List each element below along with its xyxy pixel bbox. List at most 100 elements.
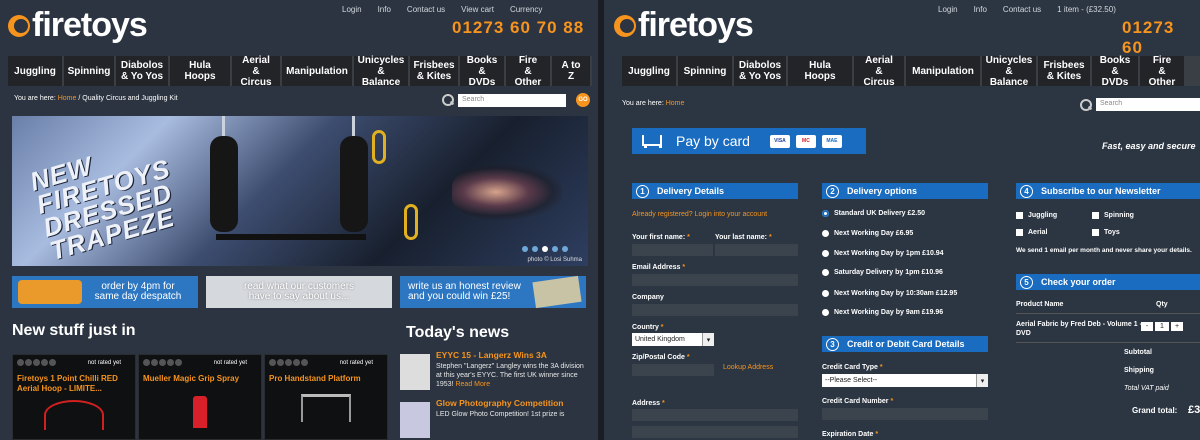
- nav-fire[interactable]: Fire & Other: [506, 55, 550, 88]
- logo[interactable]: firetoys: [8, 6, 148, 45]
- view-cart-link[interactable]: View cart: [461, 5, 494, 14]
- logo[interactable]: firetoys: [614, 6, 754, 45]
- promo-testimonials[interactable]: read what our customers have to say abou…: [206, 276, 392, 308]
- login-link[interactable]: Login: [938, 5, 958, 14]
- nav-books[interactable]: Books & DVDs: [460, 55, 504, 88]
- product-name[interactable]: Mueller Magic Grip Spray: [143, 374, 257, 384]
- news-item[interactable]: Glow Photography Competition LED Glow Ph…: [400, 398, 590, 438]
- country-select[interactable]: United Kingdom ▾: [632, 333, 714, 346]
- nav-a-to-z[interactable]: A to Z: [552, 56, 590, 86]
- promo-despatch[interactable]: order by 4pm for same day despatch: [12, 276, 198, 308]
- nav-spinning[interactable]: Spinning: [64, 56, 114, 86]
- slider-dot[interactable]: [562, 246, 568, 252]
- first-name-field[interactable]: [632, 244, 713, 256]
- nav-hula-hoops[interactable]: Hula Hoops: [788, 56, 852, 86]
- nav-diabolos[interactable]: Diabolos & Yo Yos: [116, 56, 168, 86]
- nav-diabolos[interactable]: Diabolos & Yo Yos: [734, 56, 786, 86]
- delivery-option[interactable]: Next Working Day by 9am £19.96: [822, 309, 943, 316]
- news-title[interactable]: Glow Photography Competition: [436, 398, 564, 408]
- nav-books[interactable]: Books & DVDs: [1092, 55, 1138, 88]
- nav-manipulation[interactable]: Manipulation: [282, 56, 352, 86]
- breadcrumb-home[interactable]: Home: [58, 95, 77, 102]
- breadcrumb: You are here: Home / Quality Circus and …: [14, 95, 178, 102]
- radio-button[interactable]: [822, 290, 829, 297]
- nav-frisbees[interactable]: Frisbees & Kites: [1038, 56, 1090, 86]
- hero-banner[interactable]: NEW FIRETOYS DRESSED TRAPEZE photo © Los…: [12, 116, 588, 266]
- newsletter-option[interactable]: Juggling: [1016, 212, 1057, 219]
- slider-dot-active[interactable]: [542, 246, 548, 252]
- email-field[interactable]: [632, 274, 798, 286]
- nav-unicycles[interactable]: Unicycles & Balance: [982, 55, 1036, 88]
- radio-button-selected[interactable]: [822, 210, 829, 217]
- delivery-option[interactable]: Next Working Day by 10:30am £12.95: [822, 290, 957, 297]
- address-field-1[interactable]: [632, 409, 798, 421]
- address-label: Address *: [632, 400, 665, 407]
- breadcrumb-home[interactable]: Home: [666, 100, 685, 107]
- delivery-option[interactable]: Next Working Day £6.95: [822, 230, 913, 237]
- nav-juggling[interactable]: Juggling: [8, 56, 62, 86]
- nav-manipulation[interactable]: Manipulation: [906, 56, 980, 86]
- nav-fire[interactable]: Fire & Other: [1140, 55, 1184, 88]
- postcode-field[interactable]: [632, 364, 714, 376]
- read-more-link[interactable]: Read More: [455, 381, 490, 388]
- slider-dot[interactable]: [522, 246, 528, 252]
- newsletter-option[interactable]: Toys: [1092, 229, 1120, 236]
- check-order-header: 5 Check your order: [1016, 274, 1200, 290]
- product-card[interactable]: not rated yet Pro Handstand Platform: [264, 354, 388, 440]
- cart-summary-link[interactable]: 1 item - (£32.50): [1057, 5, 1116, 14]
- nav-juggling[interactable]: Juggling: [622, 56, 676, 86]
- radio-button[interactable]: [822, 230, 829, 237]
- checkout-page-panel: firetoys Login Info Contact us 1 item - …: [604, 0, 1200, 440]
- lookup-address-link[interactable]: Lookup Address: [723, 364, 773, 371]
- address-field-2[interactable]: [632, 426, 798, 438]
- news-title[interactable]: EYYC 15 - Langerz Wins 3A: [436, 350, 590, 360]
- contact-link[interactable]: Contact us: [1003, 5, 1041, 14]
- nav-hula-hoops[interactable]: Hula Hoops: [170, 56, 230, 86]
- product-name[interactable]: Pro Handstand Platform: [269, 374, 383, 384]
- login-prompt-link[interactable]: Already registered? Login into your acco…: [632, 211, 767, 218]
- contact-link[interactable]: Contact us: [407, 5, 445, 14]
- search-input[interactable]: Search: [1096, 98, 1200, 111]
- product-name[interactable]: Firetoys 1 Point Chilli RED Aerial Hoop …: [17, 374, 131, 394]
- delivery-option[interactable]: Next Working Day by 1pm £10.94: [822, 250, 944, 257]
- card-type-select[interactable]: --Please Select-- ▾: [822, 374, 988, 387]
- card-type-label: Credit Card Type *: [822, 364, 883, 371]
- delivery-option[interactable]: Saturday Delivery by 1pm £10.96: [822, 269, 943, 276]
- currency-link[interactable]: Currency: [510, 5, 542, 14]
- checkbox[interactable]: [1016, 212, 1023, 219]
- product-card[interactable]: not rated yet Mueller Magic Grip Spray: [138, 354, 262, 440]
- phone-number: 01273 60 70 88: [452, 18, 585, 37]
- radio-button[interactable]: [822, 269, 829, 276]
- slider-dot[interactable]: [532, 246, 538, 252]
- checkbox[interactable]: [1092, 212, 1099, 219]
- checkbox[interactable]: [1092, 229, 1099, 236]
- search-input[interactable]: Search: [458, 93, 566, 107]
- promo-review[interactable]: write us an honest review and you could …: [400, 275, 586, 309]
- flame-logo-icon: [8, 13, 30, 39]
- nav-aerial[interactable]: Aerial & Circus: [854, 55, 904, 88]
- qty-input[interactable]: 1: [1155, 322, 1169, 331]
- info-link[interactable]: Info: [974, 5, 987, 14]
- news-item[interactable]: EYYC 15 - Langerz Wins 3A Stephen "Lange…: [400, 350, 590, 390]
- company-field[interactable]: [632, 304, 798, 316]
- login-link[interactable]: Login: [342, 5, 362, 14]
- info-link[interactable]: Info: [378, 5, 391, 14]
- last-name-field[interactable]: [715, 244, 798, 256]
- qty-plus-button[interactable]: +: [1171, 322, 1183, 331]
- newsletter-option[interactable]: Aerial: [1016, 229, 1047, 236]
- qty-minus-button[interactable]: -: [1141, 322, 1153, 331]
- nav-spinning[interactable]: Spinning: [678, 56, 732, 86]
- nav-frisbees[interactable]: Frisbees & Kites: [410, 56, 458, 86]
- checkbox[interactable]: [1016, 229, 1023, 236]
- search-go-button[interactable]: GO: [576, 93, 590, 107]
- product-name-column: Product Name: [1016, 301, 1064, 308]
- delivery-option-standard[interactable]: Standard UK Delivery £2.50: [822, 210, 925, 217]
- slider-dot[interactable]: [552, 246, 558, 252]
- card-number-field[interactable]: [822, 408, 988, 420]
- nav-aerial[interactable]: Aerial & Circus: [232, 55, 280, 88]
- product-card[interactable]: not rated yet Firetoys 1 Point Chilli RE…: [12, 354, 136, 440]
- radio-button[interactable]: [822, 250, 829, 257]
- newsletter-option[interactable]: Spinning: [1092, 212, 1134, 219]
- nav-unicycles[interactable]: Unicycles & Balance: [354, 55, 408, 88]
- radio-button[interactable]: [822, 309, 829, 316]
